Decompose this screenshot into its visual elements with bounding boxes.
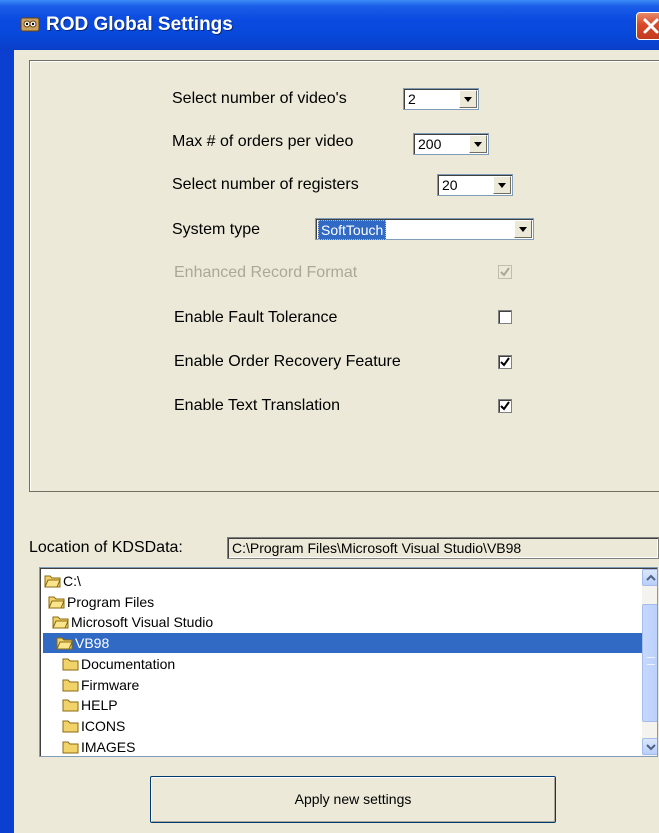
orders-label: Max # of orders per video [172,133,354,150]
tree-item-program-files[interactable]: Program Files [48,592,642,612]
enhanced-record-checkbox [498,265,512,279]
checkmark-icon [500,357,510,367]
rod-app-icon [20,17,40,32]
order-recovery-checkbox[interactable] [498,355,512,369]
close-icon [643,18,659,34]
apply-settings-button[interactable]: Apply new settings [150,776,556,823]
text-translation-label: Enable Text Translation [174,397,341,414]
enhanced-record-label: Enhanced Record Format [174,264,358,281]
folder-icon [62,679,79,692]
title-bar[interactable]: ROD Global Settings [0,0,659,50]
chevron-down-icon[interactable] [469,135,487,153]
registers-label: Select number of registers [172,176,359,193]
chevron-down-icon[interactable] [493,176,511,194]
chevron-up-icon [646,574,656,581]
tree-item-documentation[interactable]: Documentation [62,654,642,674]
folder-tree[interactable]: C:\ Program Files Microsoft Visual Studi… [39,567,658,757]
tree-item-images[interactable]: IMAGES [62,737,642,756]
checkmark-icon [500,401,510,411]
text-translation-checkbox[interactable] [498,399,512,413]
videos-label: Select number of video's [172,90,347,107]
fault-tolerance-checkbox[interactable] [498,310,512,324]
registers-select[interactable]: 20 [437,174,513,196]
tree-scrollbar[interactable] [642,569,657,756]
chevron-down-icon[interactable] [514,220,532,238]
close-button[interactable] [636,12,659,40]
tree-item-icons[interactable]: ICONS [62,716,642,736]
folder-icon [62,658,79,671]
tree-item-c-drive[interactable]: C:\ [44,571,642,591]
order-recovery-label: Enable Order Recovery Feature [174,353,401,370]
tree-item-help[interactable]: HELP [62,695,642,715]
system-type-label: System type [172,221,261,238]
settings-group: Select number of video's 2 Max # of orde… [29,60,659,492]
open-folder-icon [56,637,73,650]
videos-select[interactable]: 2 [403,88,479,110]
open-folder-icon [44,575,61,588]
tree-item-firmware[interactable]: Firmware [62,675,642,695]
chevron-down-icon[interactable] [459,90,477,108]
system-type-select[interactable]: SoftTouch [315,218,534,240]
open-folder-icon [52,616,69,629]
tree-item-visual-studio[interactable]: Microsoft Visual Studio [52,612,642,632]
settings-window: ROD Global Settings Select number of vid… [0,0,659,833]
scroll-up-button[interactable] [642,569,657,586]
dialog-body: Select number of video's 2 Max # of orde… [14,50,659,833]
folder-icon [62,720,79,733]
scroll-down-button[interactable] [642,738,657,755]
location-label: Location of KDSData: [29,539,183,556]
folder-icon [62,699,79,712]
scroll-thumb[interactable] [642,604,657,722]
window-title: ROD Global Settings [46,14,233,35]
location-path-field: C:\Program Files\Microsoft Visual Studio… [227,537,659,559]
grip-icon [647,657,655,665]
orders-select[interactable]: 200 [413,133,489,155]
fault-tolerance-label: Enable Fault Tolerance [174,309,338,326]
chevron-down-icon [646,744,656,751]
folder-icon [62,741,79,754]
checkmark-icon [500,267,510,277]
open-folder-icon [48,596,65,609]
tree-item-vb98[interactable]: VB98 [43,633,642,653]
